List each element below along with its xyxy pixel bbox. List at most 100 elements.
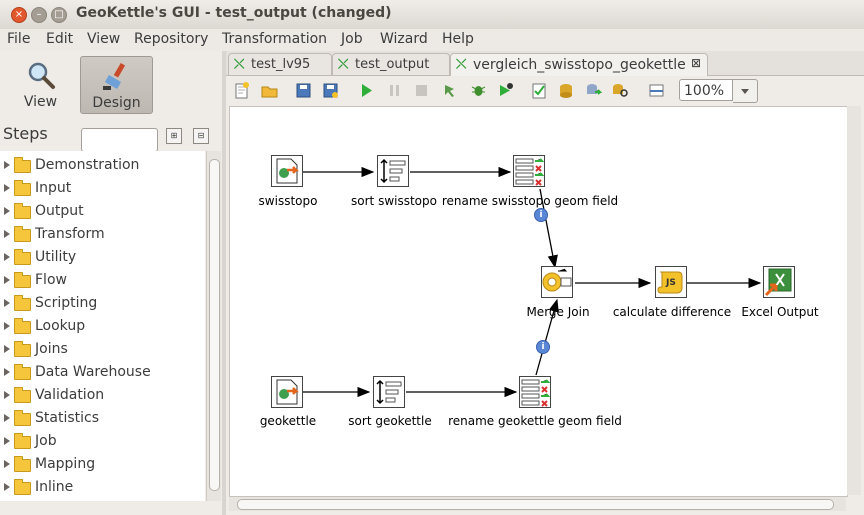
step-label-merge-join: Merge Join bbox=[526, 305, 590, 319]
close-window-button[interactable]: × bbox=[11, 7, 27, 23]
show-results-icon[interactable] bbox=[648, 82, 665, 99]
step-label-sort-geokettle: sort geokettle bbox=[348, 414, 432, 428]
steps-tree: Demonstration Input Output Transform Uti… bbox=[0, 151, 205, 501]
replay-icon[interactable] bbox=[497, 82, 514, 99]
perspective-view-button[interactable]: View bbox=[5, 56, 76, 112]
debug-icon[interactable] bbox=[470, 82, 487, 99]
step-calculate-difference[interactable]: JS bbox=[655, 266, 687, 298]
steps-title: Steps bbox=[3, 124, 48, 143]
folder-icon bbox=[14, 433, 31, 449]
step-merge-join[interactable] bbox=[541, 266, 573, 298]
run-icon[interactable] bbox=[358, 82, 375, 99]
step-rename-geokettle[interactable] bbox=[519, 376, 551, 408]
perspective-design-button[interactable]: Design bbox=[80, 56, 153, 114]
expand-arrow-icon[interactable] bbox=[4, 368, 10, 376]
folder-icon bbox=[14, 456, 31, 472]
pause-icon[interactable] bbox=[386, 82, 403, 99]
minimize-window-button[interactable]: – bbox=[31, 7, 47, 23]
tree-item-flow[interactable]: Flow bbox=[0, 270, 205, 292]
folder-icon bbox=[14, 203, 31, 219]
expand-arrow-icon[interactable] bbox=[4, 161, 10, 169]
transformation-canvas[interactable]: swisstopo sort swisstopo rename swisstop… bbox=[229, 106, 848, 497]
tree-item-joins[interactable]: Joins bbox=[0, 339, 205, 361]
sql-icon[interactable] bbox=[585, 82, 602, 99]
text-file-input-icon bbox=[271, 155, 303, 187]
tree-item-lookup[interactable]: Lookup bbox=[0, 316, 205, 338]
collapse-all-icon[interactable]: ⊟ bbox=[193, 128, 209, 144]
expand-arrow-icon[interactable] bbox=[4, 437, 10, 445]
hop-info-icon[interactable]: i bbox=[536, 340, 550, 354]
new-icon[interactable] bbox=[233, 82, 250, 99]
steps-scrollbar-thumb[interactable] bbox=[209, 159, 220, 491]
expand-arrow-icon[interactable] bbox=[4, 460, 10, 468]
tree-item-data-warehouse[interactable]: Data Warehouse bbox=[0, 362, 205, 384]
explore-db-icon[interactable] bbox=[612, 82, 629, 99]
expand-arrow-icon[interactable] bbox=[4, 414, 10, 422]
menu-repository[interactable]: Repository bbox=[134, 31, 208, 47]
expand-arrow-icon[interactable] bbox=[4, 299, 10, 307]
step-label-rename-swisstopo: rename swisstopo geom field bbox=[441, 194, 619, 208]
tree-item-job[interactable]: Job bbox=[0, 431, 205, 453]
close-tab-icon[interactable]: ⊠ bbox=[691, 56, 701, 70]
tab-vergleich-swisstopo-geokettle[interactable]: ⤬ vergleich_swisstopo_geokettle ⊠ bbox=[450, 53, 708, 76]
menu-transformation[interactable]: Transformation bbox=[222, 31, 327, 47]
tab-test-lv95[interactable]: ⤬ test_lv95 bbox=[228, 53, 332, 75]
expand-arrow-icon[interactable] bbox=[4, 276, 10, 284]
tree-item-inline[interactable]: Inline bbox=[0, 477, 205, 499]
expand-arrow-icon[interactable] bbox=[4, 345, 10, 353]
menu-help[interactable]: Help bbox=[442, 31, 474, 47]
tree-item-mapping[interactable]: Mapping bbox=[0, 454, 205, 476]
expand-all-icon[interactable]: ⊞ bbox=[166, 128, 182, 144]
tree-item-input[interactable]: Input bbox=[0, 178, 205, 200]
maximize-window-button[interactable]: □ bbox=[51, 7, 67, 23]
step-geokettle[interactable] bbox=[271, 376, 303, 408]
step-excel-output[interactable] bbox=[763, 266, 795, 298]
tree-item-transform[interactable]: Transform bbox=[0, 224, 205, 246]
expand-arrow-icon[interactable] bbox=[4, 207, 10, 215]
expand-arrow-icon[interactable] bbox=[4, 322, 10, 330]
tree-item-output[interactable]: Output bbox=[0, 201, 205, 223]
preview-icon[interactable] bbox=[442, 82, 459, 99]
tree-item-validation[interactable]: Validation bbox=[0, 385, 205, 407]
tab-test-output[interactable]: ⤬ test_output bbox=[332, 53, 450, 75]
step-sort-swisstopo[interactable] bbox=[377, 155, 409, 187]
tree-item-demonstration[interactable]: Demonstration bbox=[0, 155, 205, 177]
expand-arrow-icon[interactable] bbox=[4, 391, 10, 399]
step-label-excel-output: Excel Output bbox=[741, 305, 819, 319]
save-as-icon[interactable] bbox=[322, 82, 339, 99]
tree-item-scripting[interactable]: Scripting bbox=[0, 293, 205, 315]
expand-arrow-icon[interactable] bbox=[4, 253, 10, 261]
menu-file[interactable]: File bbox=[7, 31, 30, 47]
zoom-combobox[interactable]: 100% bbox=[679, 79, 733, 101]
menu-view[interactable]: View bbox=[87, 31, 120, 47]
canvas-horizontal-scrollbar-thumb[interactable] bbox=[237, 499, 834, 510]
step-sort-geokettle[interactable] bbox=[373, 376, 405, 408]
folder-icon bbox=[14, 479, 31, 495]
canvas-vertical-scrollbar[interactable] bbox=[847, 106, 861, 495]
steps-search-input[interactable] bbox=[81, 128, 158, 152]
menu-job[interactable]: Job bbox=[341, 31, 363, 47]
steps-header: Steps ⊞ ⊟ bbox=[0, 122, 222, 152]
expand-arrow-icon[interactable] bbox=[4, 184, 10, 192]
step-swisstopo[interactable] bbox=[271, 155, 303, 187]
open-icon[interactable] bbox=[261, 82, 278, 99]
save-icon[interactable] bbox=[295, 82, 312, 99]
perspective-view-label: View bbox=[23, 94, 58, 110]
canvas-horizontal-scrollbar[interactable] bbox=[229, 497, 846, 511]
steps-scrollbar[interactable] bbox=[206, 151, 221, 501]
impact-icon[interactable] bbox=[558, 82, 575, 99]
verify-icon[interactable] bbox=[531, 82, 548, 99]
stop-icon[interactable] bbox=[413, 82, 430, 99]
step-rename-swisstopo[interactable] bbox=[513, 155, 545, 187]
tree-item-utility[interactable]: Utility bbox=[0, 247, 205, 269]
hop-info-icon[interactable]: i bbox=[534, 208, 548, 222]
menu-edit[interactable]: Edit bbox=[46, 31, 73, 47]
panel-divider[interactable] bbox=[222, 51, 226, 515]
tree-item-statistics[interactable]: Statistics bbox=[0, 408, 205, 430]
step-label-geokettle: geokettle bbox=[259, 414, 317, 428]
zoom-dropdown-button[interactable] bbox=[733, 79, 758, 103]
expand-arrow-icon[interactable] bbox=[4, 230, 10, 238]
menu-wizard[interactable]: Wizard bbox=[380, 31, 428, 47]
paintbrush-icon bbox=[103, 62, 126, 90]
expand-arrow-icon[interactable] bbox=[4, 483, 10, 491]
